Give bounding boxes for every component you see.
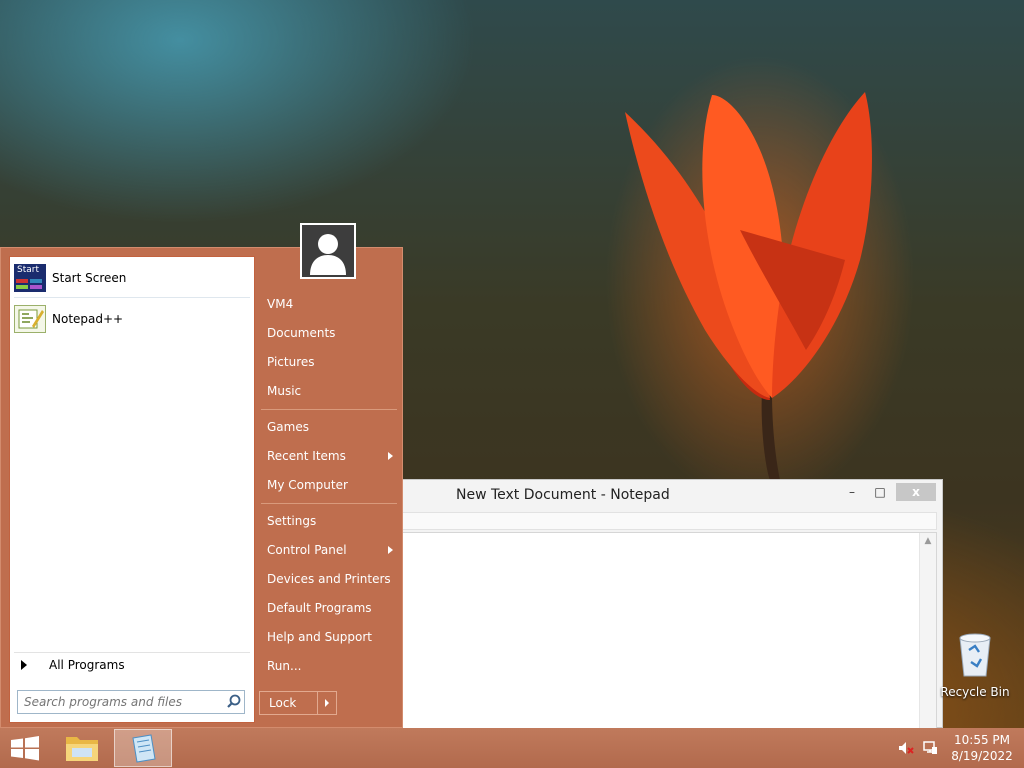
taskbar-file-explorer[interactable] [56,730,108,766]
notepad-text-area[interactable]: ▲ [401,532,937,729]
power-options-arrow-icon[interactable] [317,692,336,714]
start-item-devices-printers[interactable]: Devices and Printers [259,567,399,591]
start-item-run[interactable]: Run... [259,654,399,678]
recycle-bin[interactable]: Recycle Bin [940,632,1010,702]
start-menu-programs-pane: Start Start Screen Notepad++ All Program… [9,256,255,723]
system-clock[interactable]: 10:55 PM 8/19/2022 [944,732,1020,764]
start-button[interactable] [0,728,50,768]
search-input[interactable] [18,692,224,712]
taskbar: 10:55 PM 8/19/2022 [0,728,1024,768]
user-icon [310,234,346,275]
all-programs-button[interactable]: All Programs [14,652,250,676]
notepad-plus-plus-icon [14,305,46,333]
notepad-icon [132,734,156,763]
submenu-arrow-icon [388,546,393,554]
search-box[interactable] [17,690,245,714]
close-button[interactable]: x [896,483,936,501]
arrow-right-icon [21,659,27,670]
program-label: Notepad++ [52,312,124,326]
start-item-user-folder[interactable]: VM4 [259,292,399,316]
volume-muted-icon[interactable] [898,740,914,756]
windows-logo-icon [11,736,39,761]
divider [261,409,397,410]
start-menu: Start Start Screen Notepad++ All Program… [0,247,403,728]
scroll-up-arrow-icon[interactable]: ▲ [923,537,933,546]
start-item-control-panel[interactable]: Control Panel [259,538,399,562]
submenu-arrow-icon [388,452,393,460]
divider [14,297,250,298]
notepad-title: New Text Document - Notepad [456,487,670,503]
search-icon[interactable] [224,692,244,712]
lock-label: Lock [269,696,297,710]
vertical-scrollbar[interactable]: ▲ [919,533,936,728]
all-programs-label: All Programs [49,657,125,672]
start-item-pictures[interactable]: Pictures [259,350,399,374]
divider [261,503,397,504]
recycle-bin-label: Recycle Bin [940,685,1010,699]
start-item-documents[interactable]: Documents [259,321,399,345]
start-item-games[interactable]: Games [259,415,399,439]
start-item-my-computer[interactable]: My Computer [259,473,399,497]
program-start-screen[interactable]: Start Start Screen [14,260,250,296]
notepad-window[interactable]: New Text Document - Notepad – □ x ▲ [330,479,943,729]
maximize-button[interactable]: □ [869,483,891,501]
start-item-default-programs[interactable]: Default Programs [259,596,399,620]
clock-time: 10:55 PM [954,733,1010,747]
start-item-music[interactable]: Music [259,379,399,403]
folder-icon [66,737,98,761]
avatar[interactable] [300,223,356,279]
lock-button[interactable]: Lock [259,691,337,715]
network-icon[interactable] [922,740,938,756]
notepad-menu-bar[interactable] [401,512,937,530]
program-notepad-plus-plus[interactable]: Notepad++ [14,301,250,337]
minimize-button[interactable]: – [841,483,863,501]
taskbar-notepad[interactable] [114,729,172,767]
clock-date: 8/19/2022 [951,749,1013,763]
program-label: Start Screen [52,271,127,285]
recycle-bin-icon [959,633,991,677]
start-item-help-support[interactable]: Help and Support [259,625,399,649]
start-screen-icon: Start [14,264,46,292]
start-item-recent-items[interactable]: Recent Items [259,444,399,468]
start-item-settings[interactable]: Settings [259,509,399,533]
